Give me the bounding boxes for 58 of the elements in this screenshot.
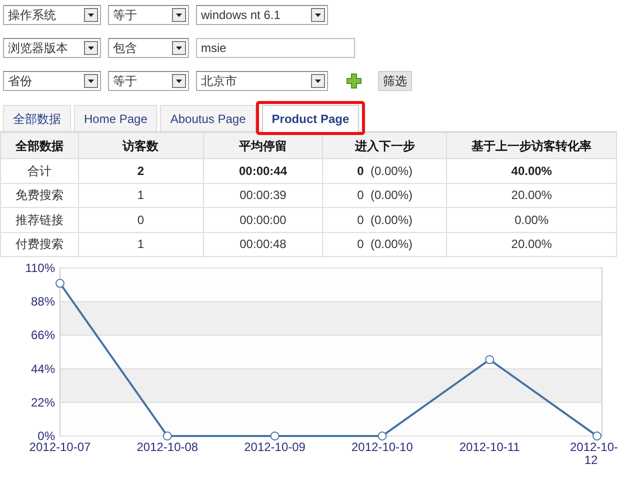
y-axis-label: 88% — [30, 294, 55, 309]
table-cell: 20.00% — [446, 232, 616, 256]
column-header: 基于上一步访客转化率 — [446, 132, 616, 158]
x-axis-label: 2012-10-11 — [459, 440, 520, 454]
table-cell: 2 — [78, 158, 204, 183]
dropdown[interactable]: 等于 — [108, 71, 189, 91]
table-cell: 0 — [78, 208, 204, 232]
tab[interactable]: Aboutus Page — [160, 105, 256, 131]
y-axis-label: 44% — [30, 362, 55, 376]
text-input-field[interactable]: msie — [196, 38, 355, 58]
dropdown[interactable]: 北京市 — [196, 71, 328, 91]
table-cell: 0 (0.00%) — [322, 208, 447, 232]
dropdown[interactable]: 包含 — [108, 38, 189, 58]
data-point — [162, 432, 172, 440]
y-axis-label: 110% — [25, 261, 55, 275]
tab[interactable]: Home Page — [74, 105, 158, 131]
dropdown[interactable]: 省份 — [3, 71, 101, 91]
data-point — [592, 432, 602, 440]
x-axis-label: 2012-10-10 — [352, 440, 413, 454]
x-axis-label: 2012-10-07 — [29, 440, 91, 454]
add-icon[interactable] — [346, 73, 362, 89]
table-cell: 0.00% — [446, 208, 616, 232]
data-point — [378, 432, 387, 440]
data-point — [485, 355, 494, 364]
data-point — [270, 432, 280, 440]
table-cell: 00:00:39 — [203, 183, 323, 208]
column-header: 全部数据 — [0, 132, 78, 158]
y-axis-label: 0% — [38, 429, 55, 443]
table-cell: 1 — [78, 183, 204, 208]
table-cell: 1 — [78, 232, 204, 256]
dropdown[interactable]: 浏览器版本 — [3, 38, 101, 58]
dropdown[interactable]: windows nt 6.1 — [196, 5, 328, 25]
table-cell: 00:00:44 — [203, 158, 323, 183]
tab[interactable]: Product Page — [262, 105, 360, 132]
data-point — [56, 278, 64, 288]
x-axis-label: 2012-10-12 — [570, 440, 618, 467]
table-cell: 免费搜索 — [0, 183, 78, 208]
column-header: 访客数 — [78, 132, 204, 158]
table-cell: 0 (0.00%) — [322, 183, 447, 208]
tab[interactable]: 全部数据 — [3, 105, 71, 131]
table-cell: 付费搜索 — [0, 232, 78, 256]
table-cell: 0 (0.00%) — [322, 232, 447, 256]
x-axis-label: 2012-10-08 — [136, 440, 198, 454]
table-cell: 40.00% — [446, 158, 616, 183]
y-axis-label: 66% — [30, 328, 55, 342]
table-cell: 00:00:48 — [203, 232, 323, 256]
column-header: 进入下一步 — [322, 132, 447, 158]
dropdown[interactable]: 等于 — [108, 5, 189, 25]
table-cell: 0 (0.00%) — [322, 158, 447, 183]
dropdown[interactable]: 操作系统 — [3, 5, 101, 25]
table-cell: 20.00% — [446, 183, 616, 208]
filter-button[interactable]: 筛选 — [378, 71, 412, 91]
x-axis-label: 2012-10-09 — [244, 440, 306, 454]
y-axis-label: 22% — [30, 395, 55, 410]
table-cell: 00:00:00 — [203, 208, 323, 232]
table-cell: 推荐链接 — [0, 208, 78, 232]
table-cell: 合计 — [0, 158, 78, 183]
column-header: 平均停留 — [203, 132, 323, 158]
